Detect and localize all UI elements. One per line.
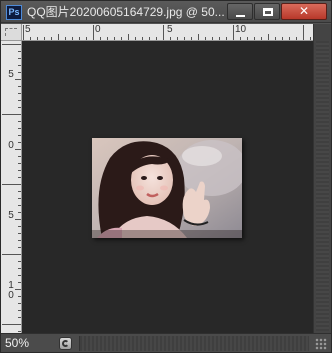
- document-info-icon[interactable]: [59, 337, 72, 350]
- maximize-button[interactable]: [254, 3, 280, 20]
- ruler-label: 5: [25, 24, 31, 35]
- zoom-level-field[interactable]: 50%: [5, 336, 49, 351]
- title-bar[interactable]: Ps QQ图片20200605164729.jpg @ 50... ✕: [1, 1, 331, 23]
- horizontal-ruler[interactable]: 5 0 5 10: [22, 24, 313, 41]
- canvas-area[interactable]: [22, 41, 313, 333]
- ruler-label: 0: [8, 140, 14, 151]
- vertical-scrollbar-track[interactable]: [316, 41, 329, 331]
- vertical-ruler[interactable]: 5 0 5 1 0: [1, 41, 22, 333]
- ruler-origin[interactable]: [1, 24, 22, 41]
- portrait-photo: [92, 138, 242, 238]
- minimize-icon: [236, 15, 245, 17]
- close-icon: ✕: [298, 4, 310, 18]
- photoshop-icon: Ps: [6, 5, 22, 20]
- status-bar: 50%: [1, 333, 331, 352]
- ruler-label: 1 0: [8, 280, 14, 301]
- document-info-glyph: [62, 340, 69, 347]
- minimize-button[interactable]: [227, 3, 253, 20]
- ruler-label: 10: [235, 24, 247, 35]
- window-title: QQ图片20200605164729.jpg @ 50...: [27, 5, 225, 19]
- resize-grip-icon[interactable]: [315, 338, 327, 350]
- ruler-label: 5: [167, 24, 173, 35]
- ruler-origin-icon: [5, 28, 17, 36]
- vertical-scrollbar[interactable]: [313, 24, 331, 333]
- document-image[interactable]: [92, 138, 242, 238]
- ruler-label: 5: [8, 69, 14, 80]
- document-window: Ps QQ图片20200605164729.jpg @ 50... ✕ 5 0 …: [0, 0, 332, 353]
- horizontal-scrollbar[interactable]: [79, 336, 309, 351]
- ruler-label: 0: [95, 24, 101, 35]
- ruler-label: 5: [8, 210, 14, 221]
- maximize-icon: [263, 8, 273, 16]
- close-button[interactable]: ✕: [281, 3, 327, 20]
